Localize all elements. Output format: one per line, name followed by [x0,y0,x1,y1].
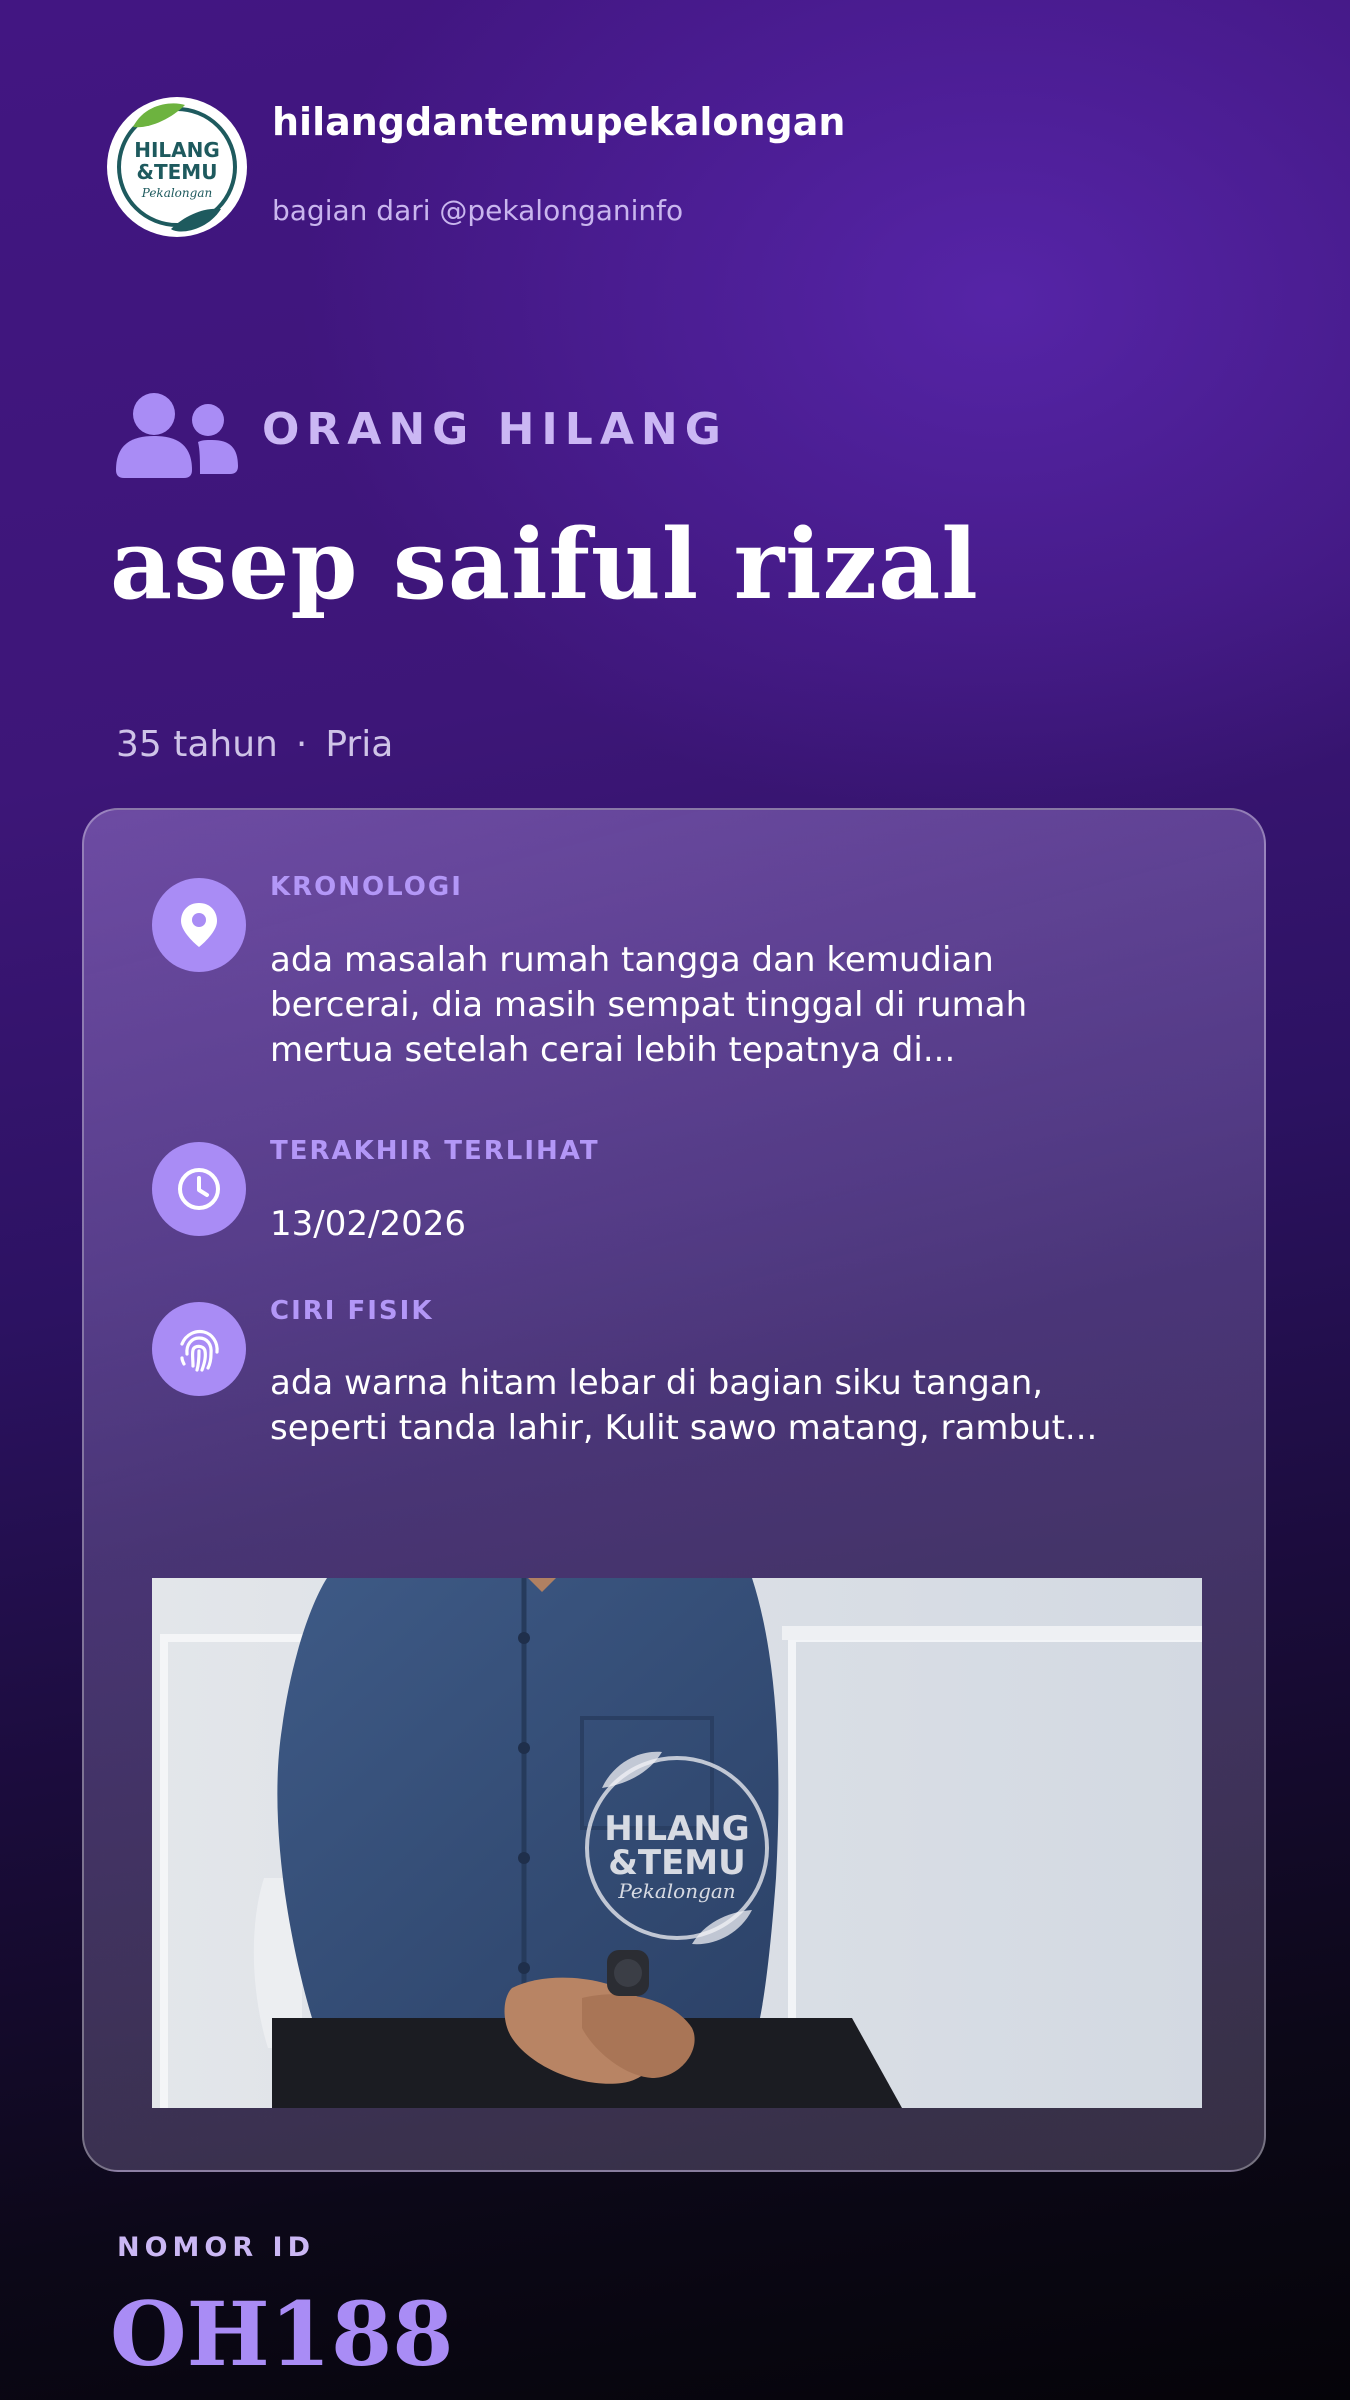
account-subtitle[interactable]: bagian dari @pekalonganinfo [272,194,1172,227]
account-name[interactable]: hilangdantemupekalongan [272,100,1172,144]
svg-text:Pekalongan: Pekalongan [141,186,212,200]
fingerprint-icon [152,1302,246,1396]
last-seen-date: 13/02/2026 [270,1204,466,1244]
person-meta: 35 tahun · Pria [116,724,393,765]
person-name: asep saiful rizal [110,508,979,621]
person-gender: Pria [325,724,394,765]
account-logo: HILANG &TEMU Pekalongan [107,97,247,237]
physical-traits-label: CIRI FISIK [270,1296,434,1326]
location-pin-icon [152,878,246,972]
clock-icon [152,1142,246,1236]
last-seen-label: TERAKHIR TERLIHAT [270,1136,600,1166]
id-label: NOMOR ID [117,2232,316,2263]
missing-person-photo[interactable]: HILANG &TEMU Pekalongan [152,1578,1202,2108]
kronologi-text: ada masalah rumah tangga dan kemudian be… [270,940,1028,1070]
meta-separator: · [295,724,308,765]
watermark-line2: &TEMU [608,1843,746,1883]
svg-text:&TEMU: &TEMU [137,160,218,184]
hilang-temu-logo: HILANG &TEMU Pekalongan [117,103,237,232]
kronologi-label: KRONOLOGI [270,872,463,902]
category-label: ORANG HILANG [262,404,728,455]
users-icon [116,393,238,478]
id-value: OH188 [110,2282,454,2386]
person-age: 35 tahun [116,724,278,765]
watermark-script: Pekalongan [617,1879,735,1903]
physical-traits-text: ada warna hitam lebar di bagian siku tan… [270,1363,1098,1448]
svg-text:HILANG: HILANG [134,138,220,162]
info-card: KRONOLOGI ada masalah rumah tangga dan k… [82,808,1266,2172]
